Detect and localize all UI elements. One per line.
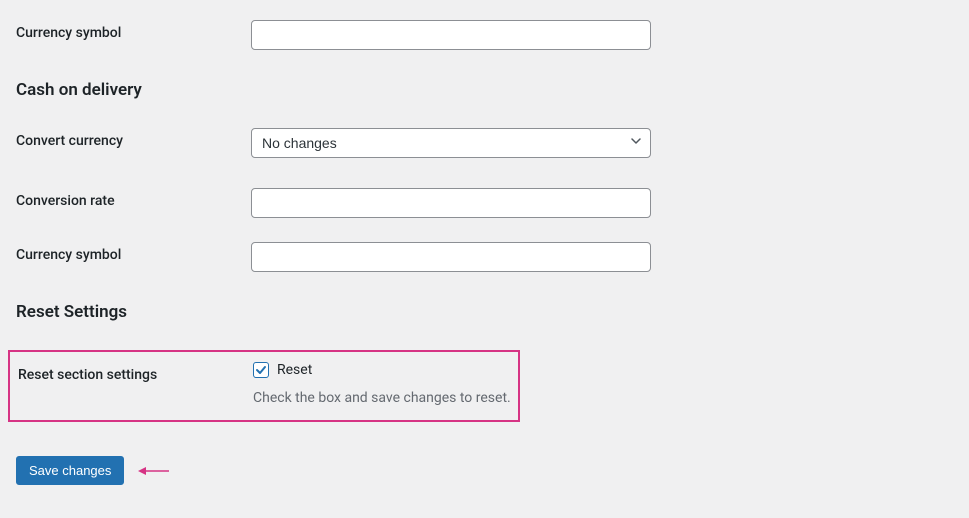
conversion-rate-field bbox=[251, 188, 651, 218]
arrow-left-icon bbox=[136, 464, 170, 478]
currency-symbol-field-2 bbox=[251, 242, 651, 272]
reset-highlight-box: Reset section settings Reset Check the b… bbox=[8, 350, 520, 422]
currency-symbol-label-1: Currency symbol bbox=[16, 20, 251, 41]
reset-checkbox[interactable] bbox=[253, 362, 269, 378]
conversion-rate-row: Conversion rate bbox=[16, 188, 953, 218]
convert-currency-select-wrap: No changes bbox=[251, 128, 651, 158]
reset-section-field: Reset Check the box and save changes to … bbox=[253, 362, 653, 406]
reset-description: Check the box and save changes to reset. bbox=[253, 390, 653, 406]
save-button[interactable]: Save changes bbox=[16, 456, 124, 485]
currency-symbol-input-1[interactable] bbox=[251, 20, 651, 50]
reset-settings-heading: Reset Settings bbox=[16, 302, 953, 322]
button-row: Save changes bbox=[16, 456, 953, 485]
currency-symbol-input-2[interactable] bbox=[251, 242, 651, 272]
cash-on-delivery-heading: Cash on delivery bbox=[16, 80, 953, 100]
convert-currency-select[interactable]: No changes bbox=[251, 128, 651, 158]
currency-symbol-row-2: Currency symbol bbox=[16, 242, 953, 272]
check-icon bbox=[255, 364, 267, 376]
currency-symbol-field-1 bbox=[251, 20, 651, 50]
reset-section-row: Reset section settings Reset Check the b… bbox=[18, 362, 518, 406]
reset-section-label: Reset section settings bbox=[18, 362, 253, 383]
conversion-rate-label: Conversion rate bbox=[16, 188, 251, 209]
currency-symbol-label-2: Currency symbol bbox=[16, 242, 251, 263]
convert-currency-label: Convert currency bbox=[16, 128, 251, 149]
conversion-rate-input[interactable] bbox=[251, 188, 651, 218]
convert-currency-field: No changes bbox=[251, 128, 651, 158]
currency-symbol-row-1: Currency symbol bbox=[16, 20, 953, 50]
reset-checkbox-label: Reset bbox=[277, 362, 312, 378]
reset-checkbox-wrap: Reset bbox=[253, 362, 653, 378]
convert-currency-row: Convert currency No changes bbox=[16, 128, 953, 158]
